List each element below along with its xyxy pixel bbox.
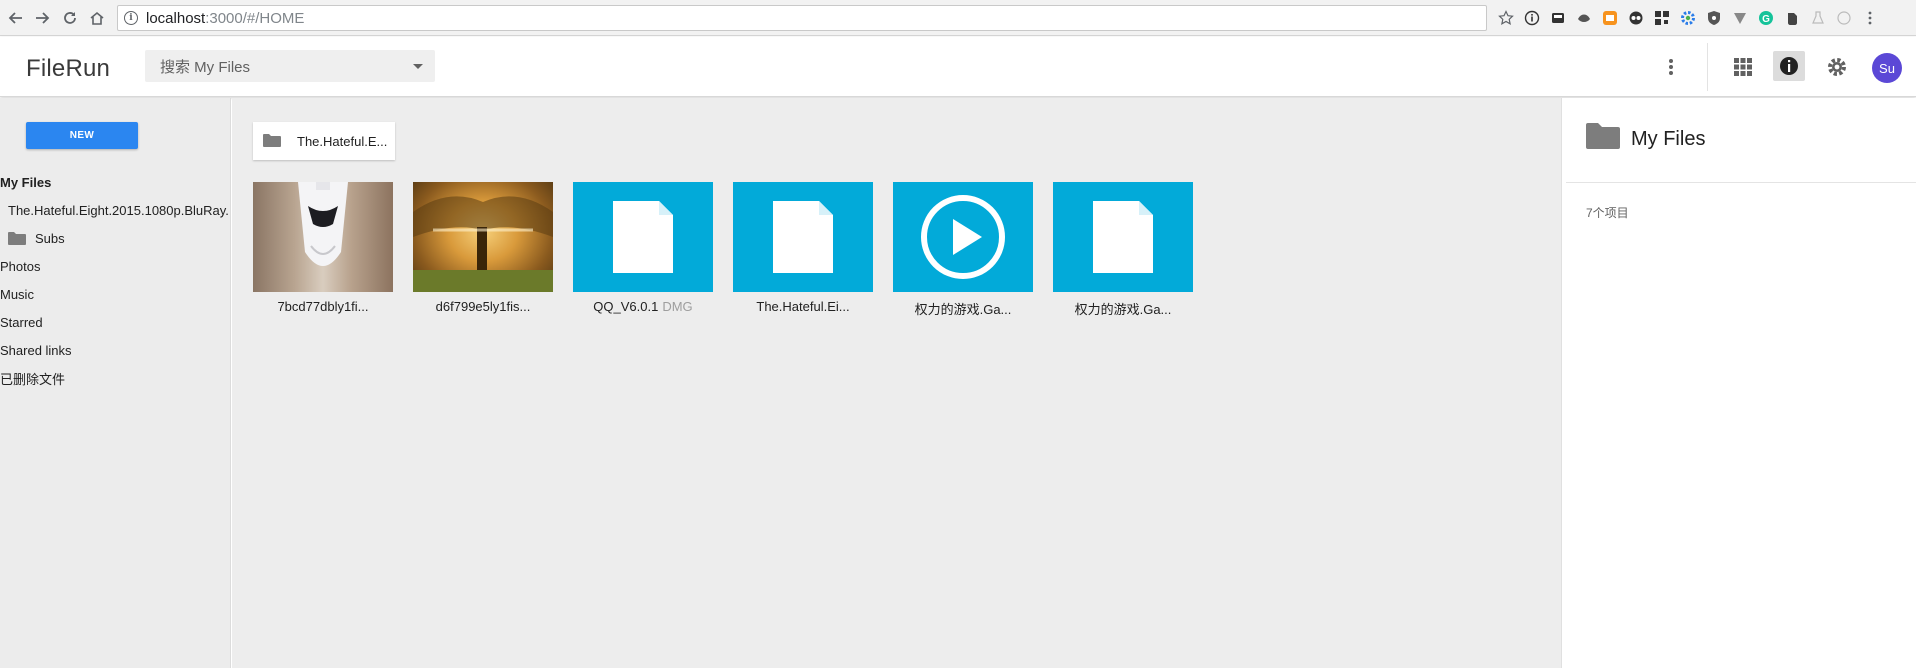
reload-icon[interactable] — [58, 6, 82, 30]
sidebar-item-label: Shared links — [0, 342, 72, 358]
ext-qr-icon[interactable] — [1652, 8, 1672, 28]
sidebar-item-shared-links[interactable]: Shared links — [0, 339, 228, 361]
app-logo[interactable]: FileRun — [26, 55, 110, 83]
new-button[interactable]: NEW — [26, 122, 138, 149]
file-item[interactable]: QQ_V6.0.1 DMG — [573, 182, 713, 317]
browser-toolbar: i localhost:3000/#/HOME G — [0, 0, 1916, 36]
forward-arrow-icon[interactable] — [30, 6, 54, 30]
sidebar-item-label: Starred — [0, 314, 43, 330]
file-item[interactable]: 权力的游戏.Ga... — [893, 182, 1033, 317]
file-name: 权力的游戏.Ga... — [893, 299, 1033, 317]
document-thumbnail — [573, 182, 713, 292]
document-icon — [613, 201, 673, 273]
file-name: d6f799e5ly1fis... — [413, 299, 553, 317]
file-name-text: d6f799e5ly1fis... — [435, 299, 531, 314]
file-name: 7bcd77dbly1fi... — [253, 299, 393, 317]
video-thumbnail — [893, 182, 1033, 292]
ext-shield-icon[interactable] — [1704, 8, 1724, 28]
search-input[interactable]: 搜索 My Files — [145, 50, 435, 82]
image-thumbnail — [413, 182, 553, 292]
apps-grid-icon[interactable] — [1730, 54, 1756, 80]
ext-panda-icon[interactable] — [1626, 8, 1646, 28]
file-item[interactable]: 7bcd77dbly1fi... — [253, 182, 393, 317]
ext-evernote-icon[interactable] — [1782, 8, 1802, 28]
file-name: 权力的游戏.Ga... — [1053, 299, 1193, 317]
file-name: The.Hateful.Ei... — [733, 299, 873, 317]
header-divider — [1707, 43, 1708, 91]
svg-text:G: G — [1762, 14, 1770, 25]
more-vert-icon[interactable] — [1860, 8, 1880, 28]
ext-gear-blue-icon[interactable] — [1678, 8, 1698, 28]
sidebar-item-label: Photos — [0, 258, 41, 274]
folder-name: The.Hateful.E... — [297, 133, 388, 149]
sidebar-item-my-files[interactable]: My Files — [0, 171, 228, 193]
address-bar[interactable]: i localhost:3000/#/HOME — [117, 5, 1487, 31]
ext-fish-icon[interactable] — [1574, 8, 1594, 28]
details-panel: My Files 7个项目 — [1561, 98, 1916, 668]
info-panel-icon[interactable] — [1773, 51, 1805, 81]
file-name: QQ_V6.0.1 DMG — [573, 299, 713, 317]
folder-icon — [8, 231, 26, 245]
file-name-text: 权力的游戏.Ga... — [1074, 302, 1172, 317]
sidebar-item-starred[interactable]: Starred — [0, 311, 228, 333]
document-icon — [773, 201, 833, 273]
panel-title: My Files — [1631, 128, 1706, 150]
sidebar: NEW My Files The.Hateful.Eight.2015.1080… — [0, 98, 231, 668]
more-options-icon[interactable] — [1661, 55, 1681, 79]
home-icon[interactable] — [85, 6, 109, 30]
ext-orange-icon[interactable] — [1600, 8, 1620, 28]
file-item[interactable]: 权力的游戏.Ga... — [1053, 182, 1193, 317]
search-dropdown-icon[interactable] — [413, 64, 423, 69]
ext-v-icon[interactable] — [1730, 8, 1750, 28]
folder-item[interactable]: The.Hateful.E... — [253, 122, 395, 160]
file-name-text: The.Hateful.Ei... — [756, 299, 850, 314]
file-item[interactable]: d6f799e5ly1fis... — [413, 182, 553, 317]
ext-circle-icon[interactable] — [1834, 8, 1854, 28]
settings-gear-icon[interactable] — [1824, 54, 1850, 80]
ext-video-icon[interactable] — [1548, 8, 1568, 28]
sidebar-item-trash[interactable]: 已删除文件 — [0, 367, 228, 389]
sidebar-item-label: Subs — [35, 230, 65, 246]
sidebar-item-label: Music — [0, 286, 34, 302]
document-icon — [1093, 201, 1153, 273]
file-item[interactable]: The.Hateful.Ei... — [733, 182, 873, 317]
folder-icon — [1586, 122, 1620, 155]
sidebar-item-label: My Files — [0, 174, 52, 190]
file-name-text: 7bcd77dbly1fi... — [277, 299, 369, 314]
sidebar-item-hateful-eight-folder[interactable]: The.Hateful.Eight.2015.1080p.BluRay.x264 — [0, 199, 228, 221]
file-name-text: 权力的游戏.Ga... — [914, 302, 1012, 317]
play-icon — [921, 195, 1005, 279]
file-grid: The.Hateful.E... 7bcd77dbly1fi... d6f799… — [232, 98, 1561, 668]
app-header: FileRun 搜索 My Files Su — [0, 37, 1916, 97]
panel-divider — [1566, 182, 1916, 183]
sidebar-item-music[interactable]: Music — [0, 283, 228, 305]
sidebar-item-subs[interactable]: Subs — [8, 227, 236, 249]
ext-flask-icon[interactable] — [1808, 8, 1828, 28]
file-name-text: QQ_V6.0.1 — [593, 299, 659, 314]
url-path: :3000/#/HOME — [205, 9, 305, 27]
file-extension: DMG — [662, 299, 693, 314]
info-icon[interactable] — [1522, 8, 1542, 28]
image-thumbnail — [253, 182, 393, 292]
document-thumbnail — [733, 182, 873, 292]
user-avatar[interactable]: Su — [1872, 53, 1902, 83]
extensions-bar: G — [1496, 8, 1886, 28]
back-arrow-icon[interactable] — [4, 6, 28, 30]
folder-icon — [263, 133, 281, 150]
search-placeholder: 搜索 My Files — [160, 58, 251, 76]
star-icon[interactable] — [1496, 8, 1516, 28]
document-thumbnail — [1053, 182, 1193, 292]
sidebar-item-label: 已删除文件 — [0, 371, 66, 387]
item-count: 7个项目 — [1586, 206, 1629, 220]
url-host: localhost — [146, 9, 206, 27]
ext-grammarly-icon[interactable]: G — [1756, 8, 1776, 28]
sidebar-item-photos[interactable]: Photos — [0, 255, 228, 277]
site-info-icon[interactable]: i — [124, 11, 138, 25]
sidebar-item-label: The.Hateful.Eight.2015.1080p.BluRay.x264 — [8, 202, 228, 218]
